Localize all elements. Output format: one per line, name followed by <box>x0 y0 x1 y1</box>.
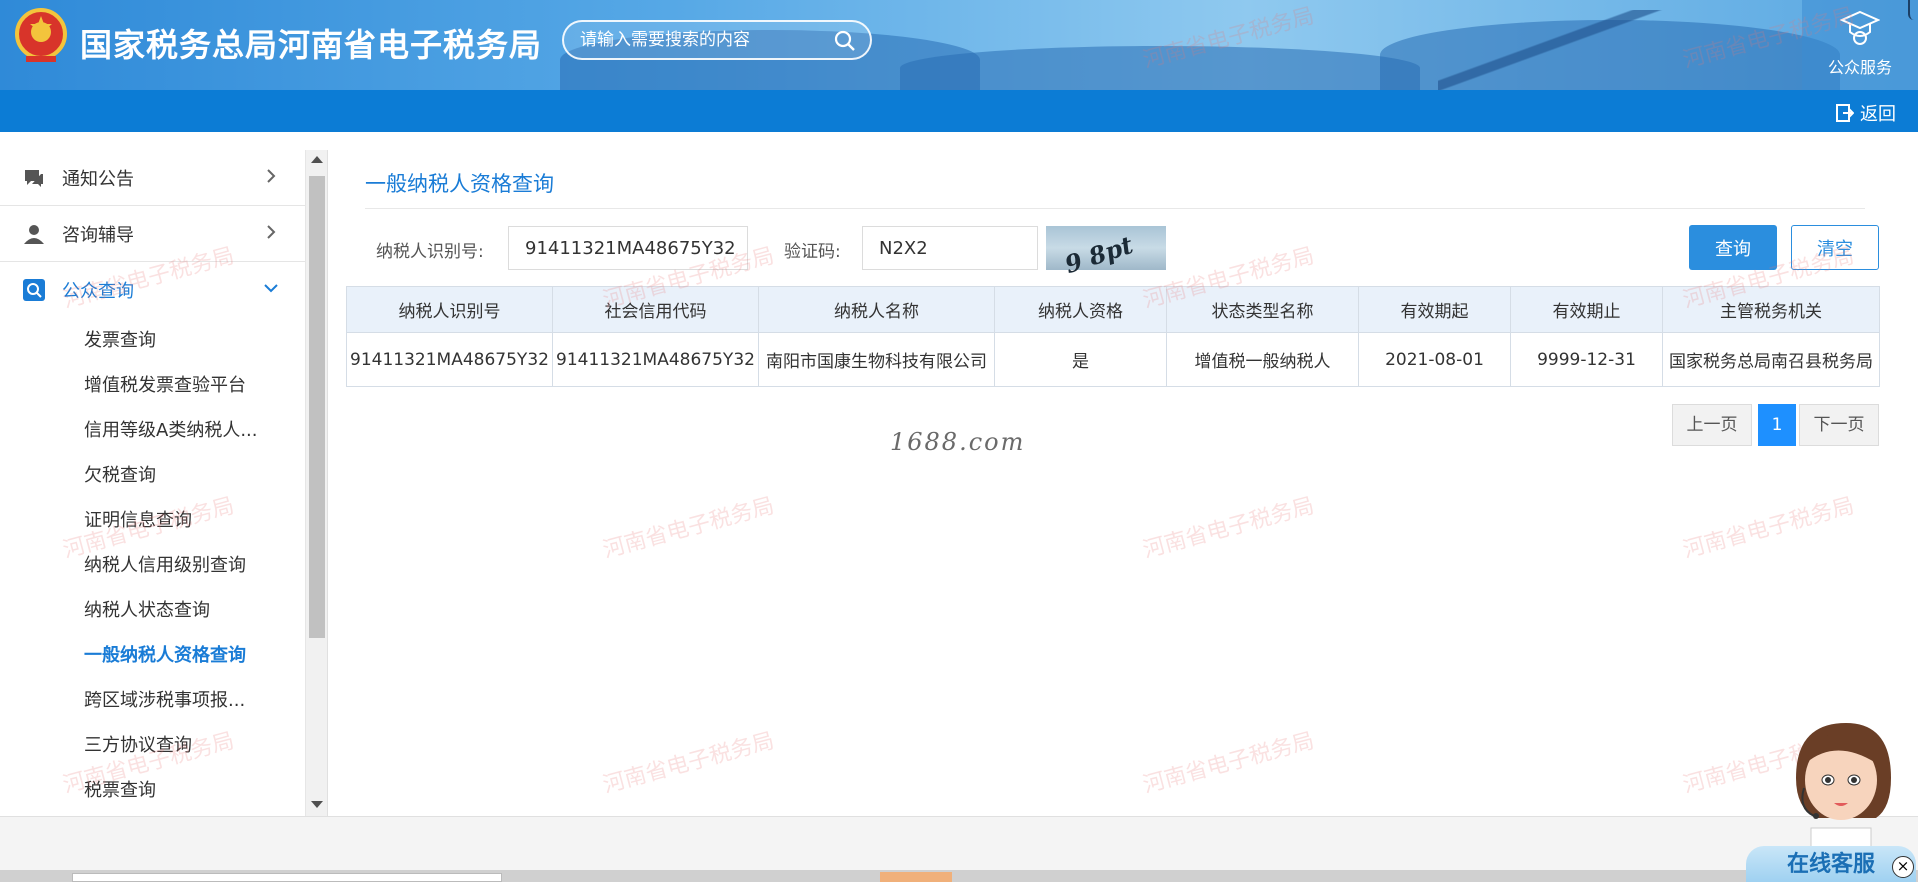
bottom-strip-tab <box>880 872 952 882</box>
taxpayer-id-input[interactable] <box>508 226 748 270</box>
table-cell: 是 <box>994 332 1167 387</box>
sidebar-subitem-credit-level[interactable]: 纳税人信用级别查询 <box>0 543 305 588</box>
public-service-label: 公众服务 <box>1827 58 1892 77</box>
site-title[interactable]: 国家税务总局河南省电子税务局 <box>80 20 542 66</box>
next-page-button[interactable]: 下一页 <box>1799 404 1879 446</box>
header-search <box>562 20 872 60</box>
tax-emblem-logo[interactable] <box>12 4 70 70</box>
column-header: 纳税人名称 <box>758 286 995 333</box>
taxpayer-id-label: 纳税人识别号: <box>376 242 484 262</box>
scroll-down-arrow-icon[interactable] <box>311 801 323 808</box>
graduate-cap-icon <box>1839 10 1881 45</box>
table-cell: 国家税务总局南召县税务局 <box>1662 332 1880 387</box>
sidebar-subitem-taxpayer-status[interactable]: 纳税人状态查询 <box>0 588 305 633</box>
sidebar-subitem-tax-arrears[interactable]: 欠税查询 <box>0 453 305 498</box>
captcha-image[interactable]: 9 8pt <box>1046 226 1166 279</box>
title-divider <box>365 208 1865 209</box>
public-service-button[interactable]: 公众服务 <box>1802 0 1918 90</box>
page-title: 一般纳税人资格查询 <box>365 172 554 196</box>
table-cell: 91411321MA48675Y32 <box>552 332 759 387</box>
window-scroll-edge <box>1908 0 1918 20</box>
site-header: 国家税务总局河南省电子税务局 公众服务 <box>0 0 1918 90</box>
captcha-image-text: 9 8pt <box>1061 229 1137 280</box>
sidebar-subitem-general-taxpayer[interactable]: 一般纳税人资格查询 <box>0 633 305 678</box>
search-icon[interactable] <box>834 30 856 52</box>
table-cell: 南阳市国康生物科技有限公司 <box>758 332 995 387</box>
sidebar-item-label: 通知公告 <box>62 168 134 190</box>
sidebar: 通知公告 咨询辅导 公众查询 发票查询 增值税发票查验平台 信用等级A类纳税人.… <box>0 150 306 816</box>
column-header: 社会信用代码 <box>552 286 759 333</box>
sidebar-item-public-query[interactable]: 公众查询 <box>0 262 305 318</box>
sidebar-subitem-invoice-query[interactable]: 发票查询 <box>0 318 305 363</box>
header-mountain-decoration <box>900 46 1420 90</box>
query-button[interactable]: 查询 <box>1689 225 1777 270</box>
sidebar-item-consulting[interactable]: 咨询辅导 <box>0 206 305 262</box>
sidebar-subitem-credit-a-taxpayer[interactable]: 信用等级A类纳税人... <box>0 408 305 453</box>
customer-service-avatar-icon <box>1796 723 1891 848</box>
scroll-up-arrow-icon[interactable] <box>311 156 323 163</box>
sidebar-item-label: 咨询辅导 <box>62 224 134 246</box>
table-cell: 增值税一般纳税人 <box>1166 332 1359 387</box>
bottom-strip <box>0 870 1918 882</box>
footer-band <box>0 816 1918 870</box>
captcha-input[interactable] <box>862 226 1038 270</box>
table-header-row: 纳税人识别号 社会信用代码 纳税人名称 纳税人资格 状态类型名称 有效期起 有效… <box>346 286 1880 333</box>
online-customer-service-widget[interactable]: 在线客服 × <box>1744 718 1918 882</box>
bottom-strip-window <box>72 873 502 882</box>
clear-button[interactable]: 清空 <box>1791 225 1879 270</box>
column-header: 纳税人资格 <box>994 286 1167 333</box>
sidebar-subitem-tax-receipt[interactable]: 税票查询 <box>0 768 305 813</box>
chevron-down-icon <box>264 284 278 293</box>
person-icon <box>24 224 44 244</box>
sidebar-scrollbar[interactable] <box>306 150 328 816</box>
column-header: 主管税务机关 <box>1662 286 1880 333</box>
back-button[interactable]: 返回 <box>1836 100 1896 126</box>
sidebar-subitem-tripartite-agreement[interactable]: 三方协议查询 <box>0 723 305 768</box>
sidebar-item-notices[interactable]: 通知公告 <box>0 150 305 206</box>
sidebar-subitem-cross-region[interactable]: 跨区域涉税事项报... <box>0 678 305 723</box>
site-watermark-mark: 1688.com <box>890 428 1026 456</box>
close-icon[interactable]: × <box>1892 856 1914 878</box>
column-header: 状态类型名称 <box>1166 286 1359 333</box>
result-table: 纳税人识别号 社会信用代码 纳税人名称 纳税人资格 状态类型名称 有效期起 有效… <box>346 286 1880 387</box>
sidebar-subitem-certificate-query[interactable]: 证明信息查询 <box>0 498 305 543</box>
column-header: 纳税人识别号 <box>346 286 553 333</box>
table-cell: 91411321MA48675Y32 <box>346 332 553 387</box>
great-wall-decoration <box>1438 10 1698 90</box>
current-page-button[interactable]: 1 <box>1758 404 1796 446</box>
scrollbar-thumb[interactable] <box>309 176 325 638</box>
search-input[interactable] <box>580 29 820 51</box>
chevron-right-icon <box>267 225 276 239</box>
chat-bubble-icon <box>25 169 43 187</box>
sidebar-item-label: 公众查询 <box>62 281 134 302</box>
nav-subbar: 返回 <box>0 90 1918 132</box>
main-content: 一般纳税人资格查询 纳税人识别号: 验证码: 9 8pt 查询 清空 纳税人识别… <box>330 150 1918 816</box>
table-cell: 2021-08-01 <box>1358 332 1511 387</box>
search-icon <box>23 279 45 301</box>
column-header: 有效期止 <box>1510 286 1663 333</box>
captcha-label: 验证码: <box>784 242 841 262</box>
prev-page-button[interactable]: 上一页 <box>1672 404 1752 446</box>
chevron-right-icon <box>267 169 276 183</box>
sidebar-subitem-vat-invoice-check[interactable]: 增值税发票查验平台 <box>0 363 305 408</box>
table-cell: 9999-12-31 <box>1510 332 1663 387</box>
exit-icon <box>1836 104 1854 122</box>
column-header: 有效期起 <box>1358 286 1511 333</box>
table-row: 91411321MA48675Y32 91411321MA48675Y32 南阳… <box>346 332 1880 387</box>
back-label: 返回 <box>1860 104 1896 125</box>
customer-service-label: 在线客服 <box>1746 846 1916 882</box>
